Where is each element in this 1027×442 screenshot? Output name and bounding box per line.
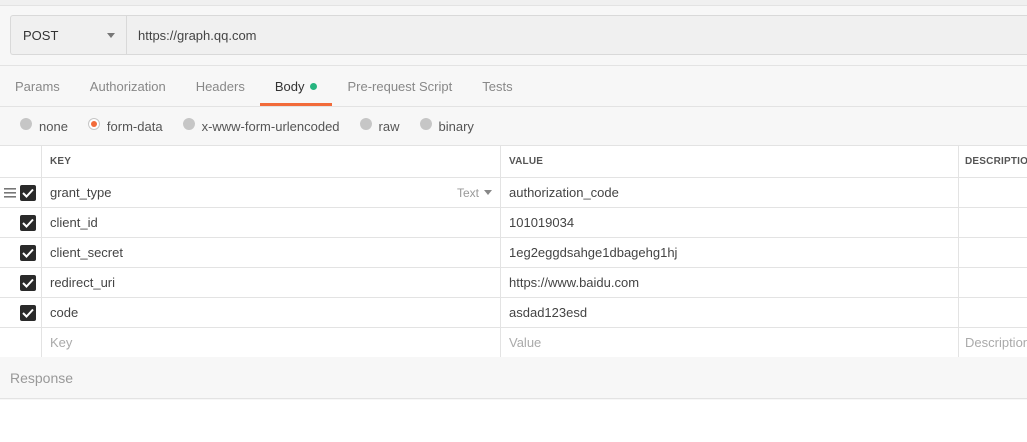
row-checkbox[interactable] — [20, 184, 36, 201]
type-select[interactable]: Text — [457, 186, 492, 200]
value-cell[interactable]: 101019034 — [501, 208, 959, 237]
row-control-cell — [0, 208, 42, 237]
description-cell[interactable] — [959, 238, 1027, 267]
key-cell[interactable]: client_id — [42, 208, 501, 237]
chevron-down-icon — [484, 190, 492, 195]
mode-form-data[interactable]: form-data — [87, 118, 163, 134]
top-strip — [0, 0, 1027, 6]
checkmark-icon — [22, 248, 34, 258]
key-text: redirect_uri — [50, 275, 116, 290]
header-key: KEY — [42, 146, 501, 177]
mode-label: raw — [378, 118, 400, 134]
radio-icon[interactable] — [182, 118, 195, 130]
description-cell[interactable] — [959, 298, 1027, 327]
row-control-cell — [0, 298, 42, 327]
radio-icon[interactable] — [359, 118, 372, 130]
value-cell[interactable]: https://www.baidu.com — [501, 268, 959, 297]
checkmark-icon — [22, 188, 34, 198]
tab-headers[interactable]: Headers — [181, 66, 260, 107]
checkmark-icon — [22, 308, 34, 318]
radio-icon[interactable] — [419, 118, 432, 130]
value-cell[interactable]: asdad123esd — [501, 298, 959, 327]
mode-none[interactable]: none — [20, 118, 68, 134]
description-cell[interactable] — [959, 208, 1027, 237]
key-cell[interactable]: client_secret — [42, 238, 501, 267]
row-control-cell — [0, 238, 42, 267]
tab-label: Params — [15, 79, 60, 94]
radio-icon[interactable] — [20, 118, 32, 130]
method-select[interactable]: POST — [10, 15, 126, 55]
header-description: DESCRIPTION — [965, 156, 1027, 167]
header-control-cell — [0, 146, 42, 177]
status-dot-icon — [310, 83, 318, 90]
radio-selected-icon[interactable] — [87, 118, 100, 130]
chevron-down-icon — [107, 32, 115, 38]
key-cell[interactable]: code — [42, 298, 501, 327]
key-text: client_id — [50, 215, 98, 230]
key-text: code — [50, 305, 79, 320]
row-control-cell — [0, 268, 42, 297]
method-label: POST — [23, 27, 59, 43]
table-row: grant_type Text authorization_code — [0, 178, 1027, 208]
key-text: grant_type — [50, 185, 112, 200]
value-cell[interactable]: authorization_code — [501, 178, 959, 207]
drag-handle-icon[interactable] — [4, 188, 16, 198]
type-label: Text — [456, 185, 479, 200]
tab-authorization[interactable]: Authorization — [75, 66, 181, 107]
table-row: client_secret 1eg2eggdsahge1dbagehg1hj — [0, 238, 1027, 268]
mode-binary[interactable]: binary — [419, 118, 474, 134]
value-cell[interactable]: 1eg2eggdsahge1dbagehg1hj — [501, 238, 959, 267]
tab-label: Body — [274, 79, 305, 94]
tab-label: Authorization — [89, 79, 166, 94]
url-input[interactable]: https://graph.qq.com — [126, 15, 1027, 55]
row-checkbox[interactable] — [20, 214, 36, 231]
row-checkbox[interactable] — [20, 304, 36, 321]
new-key-input[interactable]: Key — [42, 328, 501, 357]
request-bar: POST https://graph.qq.com — [10, 15, 1027, 55]
new-description-input[interactable]: Description — [959, 328, 1027, 357]
row-control-cell — [0, 178, 42, 207]
tab-body[interactable]: Body — [259, 66, 333, 107]
tab-tests[interactable]: Tests — [467, 66, 527, 107]
mode-raw[interactable]: raw — [359, 118, 400, 134]
header-value: VALUE — [501, 146, 959, 177]
description-cell[interactable] — [959, 268, 1027, 297]
tab-pre-request-script[interactable]: Pre-request Script — [332, 66, 467, 107]
key-text: client_secret — [50, 245, 123, 260]
key-cell[interactable]: redirect_uri — [42, 268, 501, 297]
body-mode-selector: none form-data x-www-form-urlencoded raw… — [0, 107, 1027, 145]
new-value-input[interactable]: Value — [501, 328, 959, 357]
request-editor: POST https://graph.qq.com Params Authori… — [0, 0, 1027, 442]
description-cell[interactable] — [959, 178, 1027, 207]
row-control-cell — [0, 328, 42, 357]
tab-params[interactable]: Params — [0, 66, 75, 107]
new-row: Key Value Description — [0, 328, 1027, 358]
checkmark-icon — [22, 218, 34, 228]
table-header: KEY VALUE DESCRIPTION — [0, 146, 1027, 178]
table-row: redirect_uri https://www.baidu.com — [0, 268, 1027, 298]
response-label: Response — [10, 369, 74, 386]
mode-label: none — [39, 118, 68, 134]
response-body — [0, 400, 1027, 442]
table-row: code asdad123esd — [0, 298, 1027, 328]
row-checkbox[interactable] — [20, 274, 36, 291]
mode-label: x-www-form-urlencoded — [201, 118, 340, 134]
mode-label: form-data — [106, 118, 163, 134]
response-section[interactable]: Response — [0, 357, 1027, 399]
checkmark-icon — [22, 278, 34, 288]
tab-label: Tests — [482, 79, 513, 94]
mode-label: binary — [438, 118, 474, 134]
form-data-table: KEY VALUE DESCRIPTION grant_type Text au… — [0, 145, 1027, 358]
tab-label: Headers — [195, 79, 245, 94]
key-cell[interactable]: grant_type Text — [42, 178, 501, 207]
row-checkbox[interactable] — [20, 244, 36, 261]
request-tabs: Params Authorization Headers Body Pre-re… — [0, 66, 1027, 107]
tab-label: Pre-request Script — [347, 79, 453, 94]
mode-x-www-form-urlencoded[interactable]: x-www-form-urlencoded — [182, 118, 340, 134]
table-row: client_id 101019034 — [0, 208, 1027, 238]
